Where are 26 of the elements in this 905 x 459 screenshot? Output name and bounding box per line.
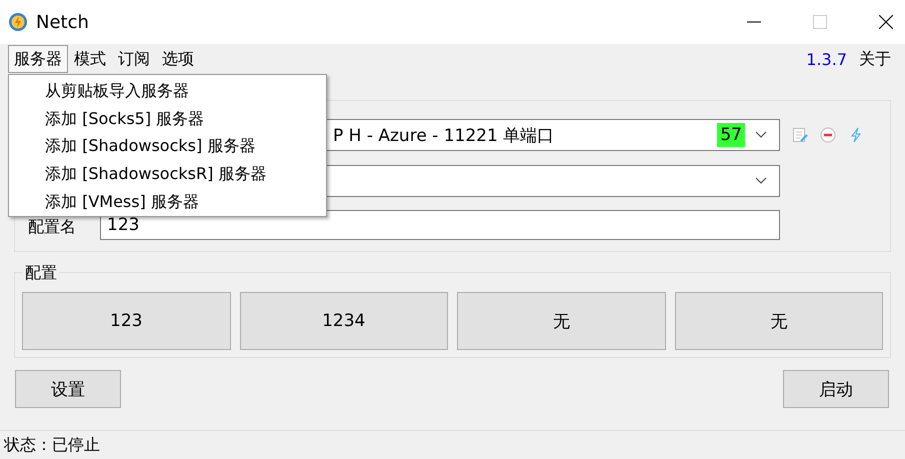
close-icon[interactable]	[879, 15, 893, 29]
chevron-down-icon	[755, 177, 767, 185]
version-link[interactable]: 1.3.7	[806, 50, 847, 68]
lightning-icon[interactable]	[848, 127, 864, 143]
menu-option[interactable]: 从剪贴板导入服务器	[9, 78, 326, 106]
start-button[interactable]: 启动	[783, 370, 889, 408]
window-title: Netch	[36, 12, 89, 32]
settings-button[interactable]: 设置	[15, 370, 121, 408]
latency-badge: 57	[717, 123, 745, 147]
edit-icon[interactable]	[792, 127, 808, 143]
profile-button[interactable]: 无	[457, 292, 666, 350]
about-menu-item[interactable]: 关于	[853, 45, 897, 73]
profile-button[interactable]: 无	[674, 292, 883, 350]
profile-name-field[interactable]: 123	[100, 210, 780, 240]
profile-button[interactable]: 1234	[240, 292, 448, 350]
menu-item[interactable]: 模式	[68, 45, 112, 73]
profile-name-label: 配置名	[28, 216, 77, 238]
status-text: 状态：已停止	[4, 434, 100, 456]
menu-item[interactable]: 选项	[156, 45, 200, 73]
chevron-down-icon	[755, 131, 767, 139]
menu-item[interactable]: 服务器	[8, 45, 68, 73]
menu-item[interactable]: 订阅	[112, 45, 156, 73]
menu-option[interactable]: 添加 [ShadowsocksR] 服务器	[9, 160, 326, 188]
profile-button[interactable]: 123	[22, 292, 230, 350]
app-logo-icon	[8, 12, 28, 32]
delete-icon[interactable]	[820, 127, 836, 143]
